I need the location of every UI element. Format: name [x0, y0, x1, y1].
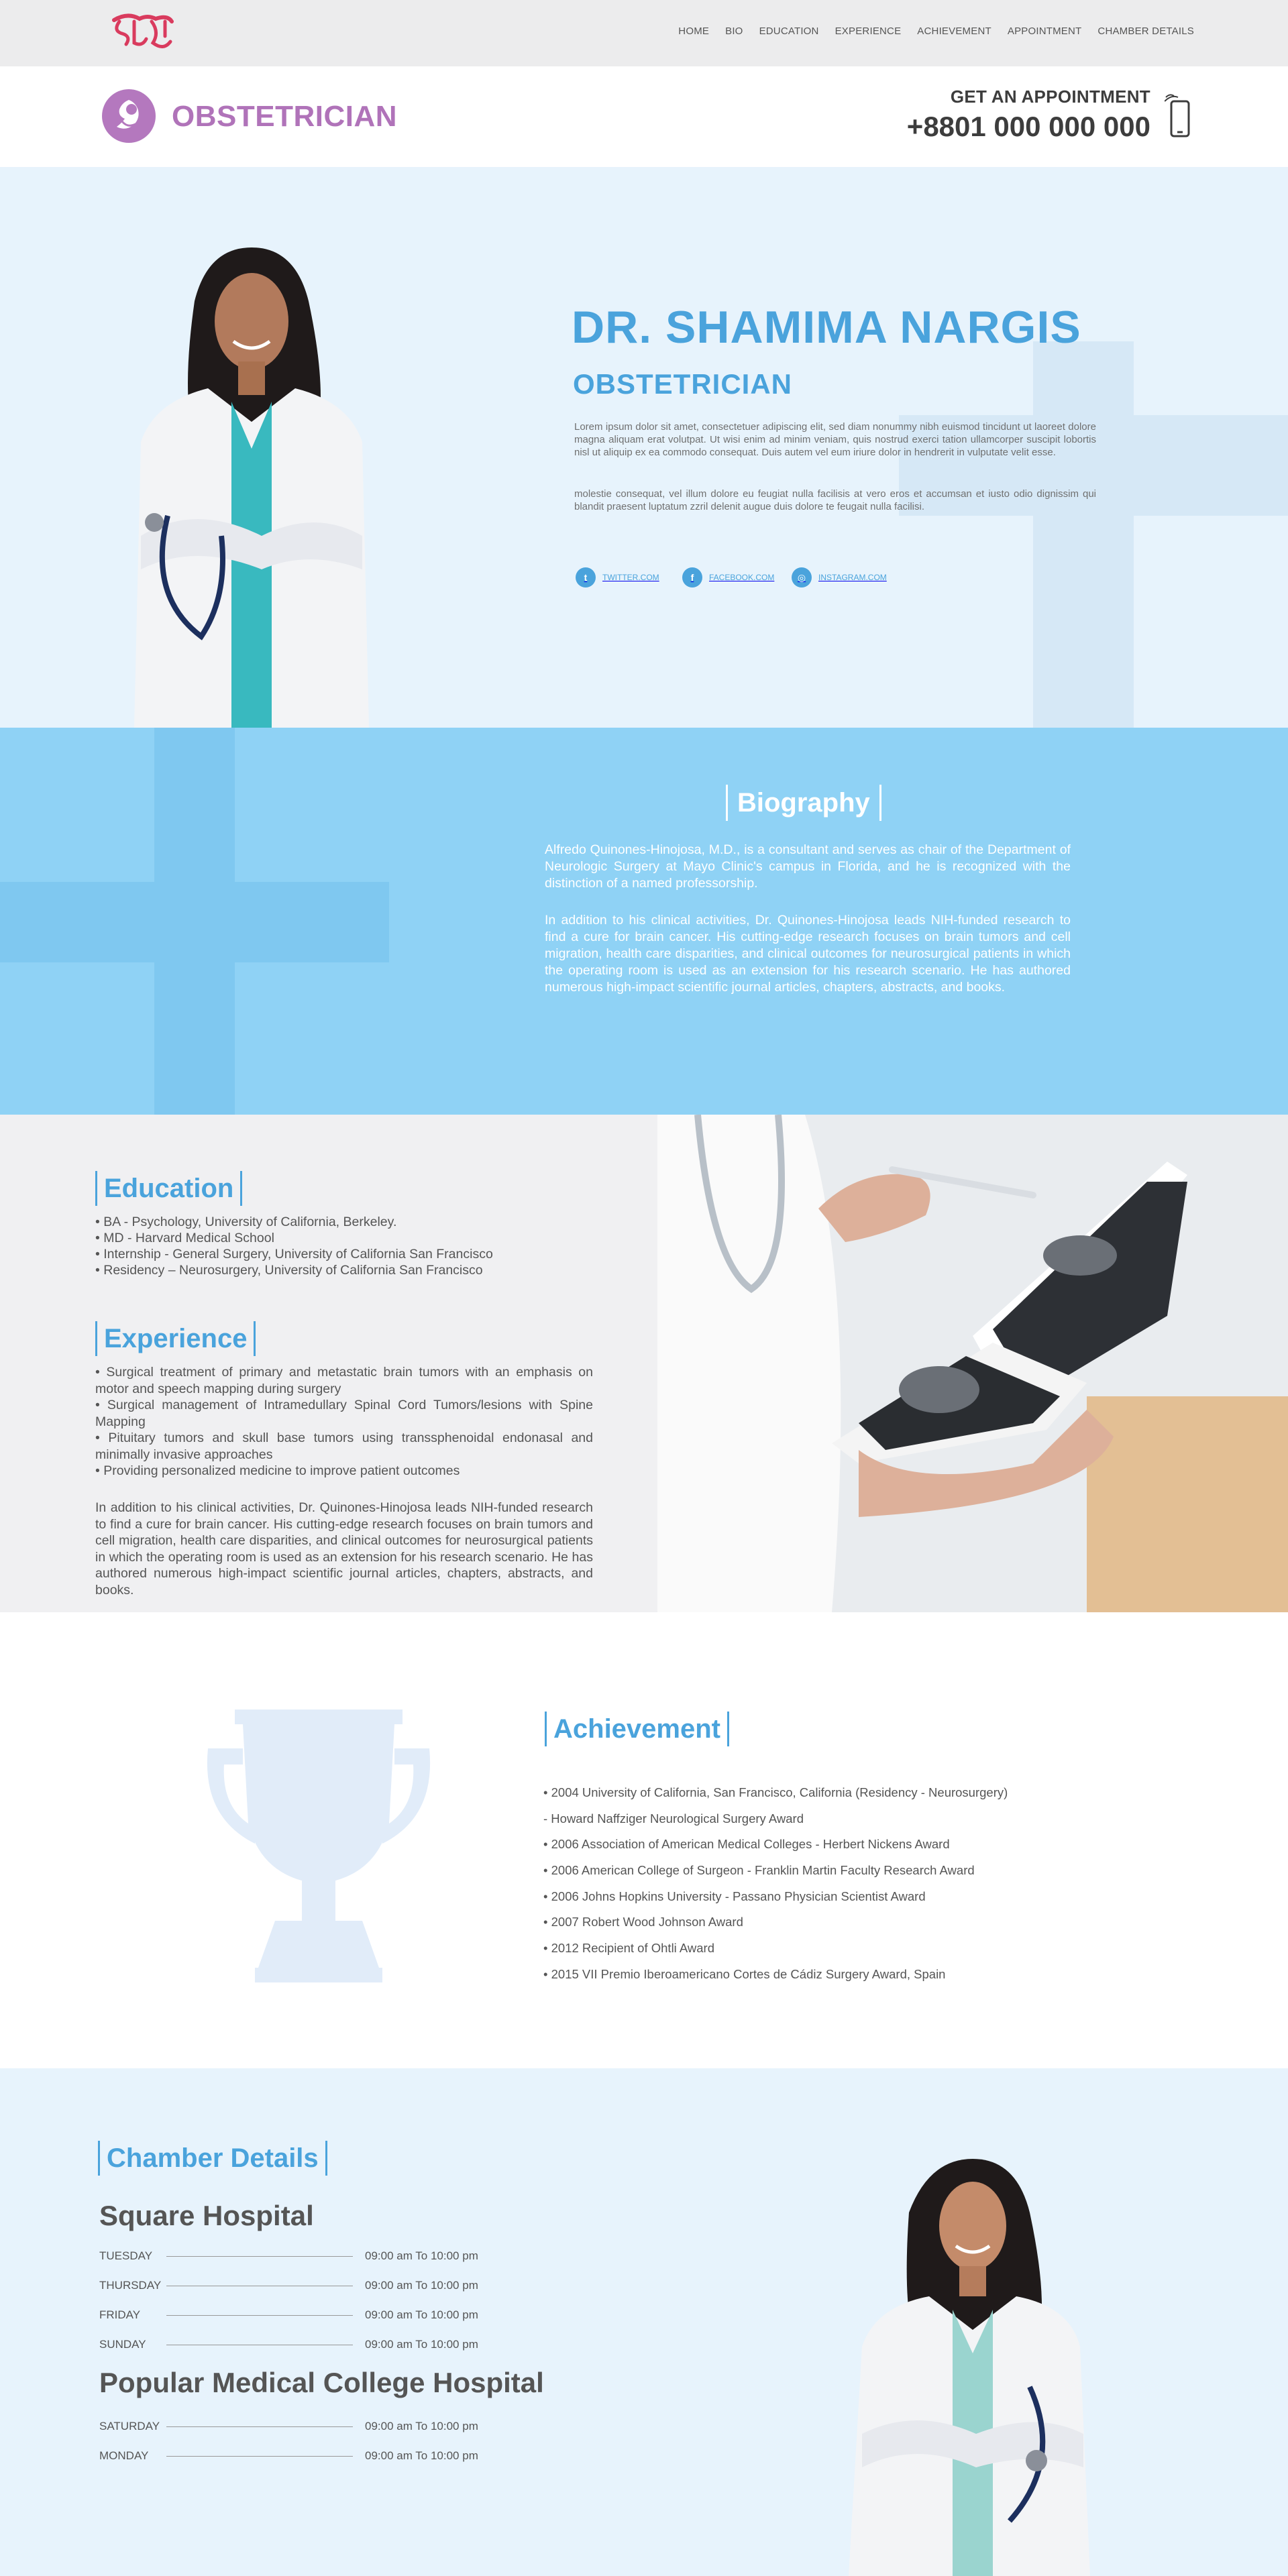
cross-decoration-bar	[0, 882, 389, 962]
experience-paragraph: In addition to his clinical activities, …	[95, 1500, 593, 1598]
divider	[166, 2255, 353, 2257]
achievement-list: • 2004 University of California, San Fra…	[543, 1780, 1008, 1988]
schedule-time: 09:00 am To 10:00 pm	[365, 2308, 478, 2321]
schedule-list: SATURDAY 09:00 am To 10:00 pm MONDAY 09:…	[99, 2412, 478, 2471]
schedule-time: 09:00 am To 10:00 pm	[365, 2449, 478, 2462]
chamber-title: Chamber Details	[98, 2141, 327, 2176]
list-item: • Residency – Neurosurgery, University o…	[95, 1263, 483, 1278]
doctor-portrait-2	[849, 2159, 1090, 2576]
hospital-name: Popular Medical College Hospital	[99, 2367, 544, 2398]
education-list: • BA - Psychology, University of Califor…	[95, 1214, 515, 1278]
schedule-row: SUNDAY 09:00 am To 10:00 pm	[99, 2330, 478, 2359]
cross-decoration	[1033, 341, 1134, 728]
mobile-phone-icon	[1165, 94, 1190, 137]
nav-home[interactable]: HOME	[678, 25, 709, 37]
experience-list: • Surgical treatment of primary and meta…	[95, 1364, 593, 1479]
schedule-day: SUNDAY	[99, 2338, 146, 2351]
list-item: • 2004 University of California, San Fra…	[543, 1785, 1008, 1799]
list-item: • Surgical treatment of primary and meta…	[95, 1365, 593, 1396]
ultrasound-photo	[657, 1115, 1288, 1612]
list-item: • Providing personalized medicine to imp…	[95, 1463, 460, 1478]
nav-chamber-details[interactable]: CHAMBER DETAILS	[1097, 25, 1194, 37]
nav-education[interactable]: EDUCATION	[759, 25, 819, 37]
doctor-name: DR. SHAMIMA NARGIS	[572, 302, 1081, 353]
biography-paragraph: Alfredo Quinones-Hinojosa, M.D., is a co…	[545, 842, 1071, 891]
hospital-name: Square Hospital	[99, 2200, 314, 2231]
list-item: • 2012 Recipient of Ohtli Award	[543, 1941, 715, 1956]
biography-paragraph-2: In addition to his clinical activities, …	[545, 913, 1071, 995]
list-item: • Surgical management of Intramedullary …	[95, 1398, 593, 1429]
site-logo[interactable]	[107, 12, 177, 55]
schedule-day: THURSDAY	[99, 2279, 162, 2292]
schedule-row: SATURDAY 09:00 am To 10:00 pm	[99, 2412, 478, 2441]
schedule-time: 09:00 am To 10:00 pm	[365, 2249, 478, 2262]
education-title: Education	[95, 1171, 243, 1206]
facebook-link[interactable]: f FACEBOOK.COM	[682, 567, 774, 587]
divider	[166, 2455, 353, 2457]
schedule-day: SATURDAY	[99, 2420, 160, 2432]
list-item: • 2007 Robert Wood Johnson Award	[543, 1915, 743, 1929]
facebook-icon: f	[682, 567, 702, 587]
doctor-portrait	[134, 247, 369, 728]
fetus-icon	[102, 89, 156, 143]
instagram-link[interactable]: ◎ INSTAGRAM.COM	[792, 567, 887, 587]
experience-title: Experience	[95, 1321, 256, 1356]
twitter-link[interactable]: t TWITTER.COM	[576, 567, 659, 587]
list-item: • 2006 American College of Surgeon - Fra…	[543, 1863, 975, 1878]
nav-experience[interactable]: EXPERIENCE	[835, 25, 902, 37]
list-item: • 2015 VII Premio Iberoamericano Cortes …	[543, 1966, 946, 1981]
schedule-day: TUESDAY	[99, 2249, 153, 2262]
appointment-label: GET AN APPOINTMENT	[950, 87, 1150, 107]
twitter-label: TWITTER.COM	[602, 573, 659, 582]
schedule-row: TUESDAY 09:00 am To 10:00 pm	[99, 2241, 478, 2271]
top-navigation: HOME BIO EDUCATION EXPERIENCE ACHIEVEMEN…	[0, 0, 1288, 66]
schedule-day: FRIDAY	[99, 2308, 141, 2321]
achievement-section: Achievement • 2004 University of Califor…	[0, 1612, 1288, 2068]
divider	[166, 2314, 353, 2316]
nav-achievement[interactable]: ACHIEVEMENT	[917, 25, 991, 37]
list-item: - Howard Naffziger Neurological Surgery …	[543, 1811, 804, 1826]
list-item: • BA - Psychology, University of Califor…	[95, 1215, 397, 1229]
list-item: • Internship - General Surgery, Universi…	[95, 1247, 493, 1262]
hero-paragraph: Lorem ipsum dolor sit amet, consectetuer…	[574, 421, 1096, 458]
hero-section: DR. SHAMIMA NARGIS OBSTETRICIAN Lorem ip…	[0, 167, 1288, 728]
hero-paragraph-2: molestie consequat, vel illum dolore eu …	[574, 488, 1096, 512]
appointment-phone[interactable]: +8801 000 000 000	[907, 111, 1150, 143]
facebook-label: FACEBOOK.COM	[709, 573, 775, 582]
biography-section: Biography Alfredo Quinones-Hinojosa, M.D…	[0, 728, 1288, 1115]
instagram-label: INSTAGRAM.COM	[818, 573, 887, 582]
nav-bio[interactable]: BIO	[725, 25, 743, 37]
doctor-role: OBSTETRICIAN	[573, 368, 792, 400]
list-item: • 2006 Association of American Medical C…	[543, 1837, 950, 1852]
schedule-time: 09:00 am To 10:00 pm	[365, 2338, 478, 2351]
schedule-time: 09:00 am To 10:00 pm	[365, 2279, 478, 2292]
schedule-row: FRIDAY 09:00 am To 10:00 pm	[99, 2300, 478, 2330]
achievement-title: Achievement	[545, 1712, 729, 1746]
schedule-day: MONDAY	[99, 2449, 149, 2462]
schedule-row: MONDAY 09:00 am To 10:00 pm	[99, 2441, 478, 2471]
brand-name: OBSTETRICIAN	[172, 100, 397, 133]
divider	[166, 2426, 353, 2427]
education-experience-section: Education • BA - Psychology, University …	[0, 1115, 1288, 1612]
schedule-row: THURSDAY 09:00 am To 10:00 pm	[99, 2271, 478, 2300]
biography-title: Biography	[726, 785, 881, 821]
schedule-list: TUESDAY 09:00 am To 10:00 pm THURSDAY 09…	[99, 2241, 478, 2359]
twitter-icon: t	[576, 567, 596, 587]
nav-appointment[interactable]: APPOINTMENT	[1008, 25, 1082, 37]
brand-bar: OBSTETRICIAN GET AN APPOINTMENT +8801 00…	[0, 66, 1288, 167]
list-item: • Pituitary tumors and skull base tumors…	[95, 1431, 593, 1462]
main-menu: HOME BIO EDUCATION EXPERIENCE ACHIEVEMEN…	[678, 25, 1194, 37]
list-item: • MD - Harvard Medical School	[95, 1231, 274, 1245]
instagram-icon: ◎	[792, 567, 812, 587]
trophy-icon	[207, 1710, 431, 1982]
chamber-details-section: Chamber Details Square Hospital TUESDAY …	[0, 2068, 1288, 2576]
schedule-time: 09:00 am To 10:00 pm	[365, 2420, 478, 2432]
list-item: • 2006 Johns Hopkins University - Passan…	[543, 1889, 926, 1903]
